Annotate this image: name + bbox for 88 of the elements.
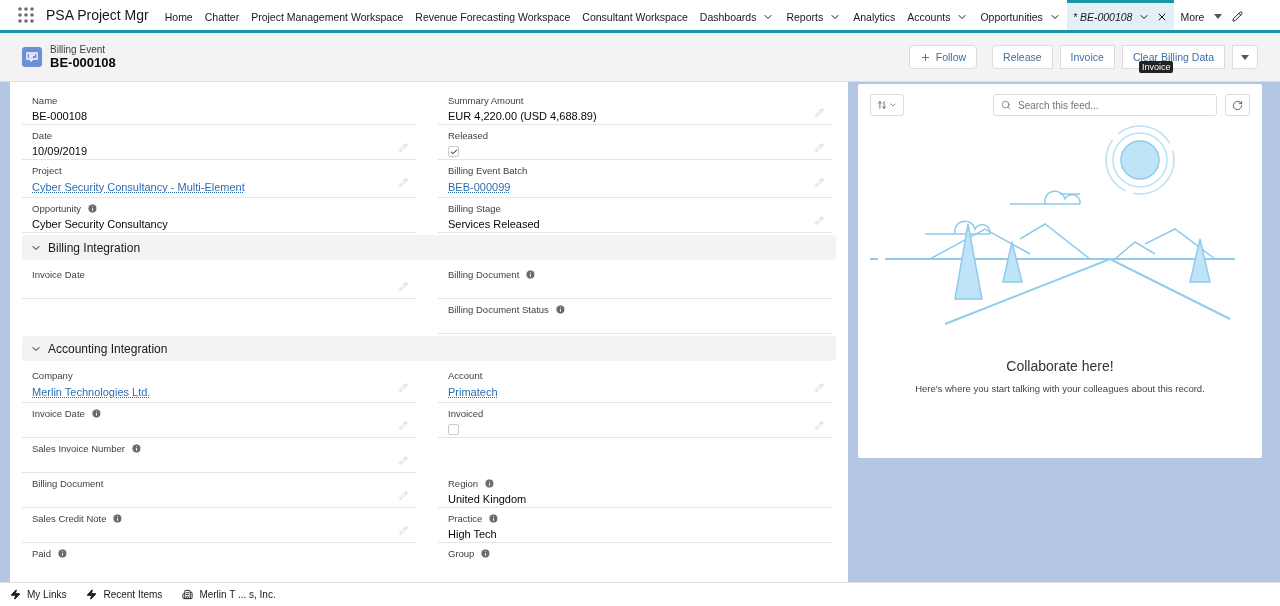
field-link[interactable]: Primatech — [448, 386, 498, 398]
search-icon — [1001, 100, 1011, 110]
search-field[interactable]: Search this feed... — [993, 94, 1217, 116]
lightning-bolt-icon — [86, 589, 98, 600]
caret-icon — [1214, 14, 1223, 19]
field-label: Sales Invoice Number — [32, 442, 125, 454]
utility-item[interactable]: Merlin T ... s, Inc. — [182, 589, 276, 600]
field-label: Name — [32, 94, 58, 106]
info-icon[interactable] — [90, 407, 102, 419]
info-icon[interactable] — [554, 303, 566, 315]
plus-icon — [919, 51, 931, 63]
field-link[interactable]: BEB-000099 — [448, 181, 511, 193]
record-icon — [22, 47, 42, 67]
checkbox[interactable] — [448, 146, 459, 157]
record-type: Billing Event — [50, 44, 107, 55]
action-button[interactable]: Invoice — [1059, 45, 1115, 69]
app-name: PSA Project Mgr — [46, 7, 149, 23]
field-value: EUR 4,220.00 (USD 4,688.89) — [448, 110, 598, 122]
lightning-bolt-icon — [10, 589, 21, 600]
field-label: Opportunity — [32, 202, 82, 214]
section-header[interactable]: Accounting Integration — [22, 336, 836, 361]
field-label: Billing Document Status — [448, 303, 549, 315]
nav-tab[interactable]: Revenue Forecasting Workspace — [409, 0, 577, 30]
nav-tab[interactable]: Opportunities — [974, 0, 1067, 30]
field-link[interactable]: Merlin Technologies Ltd. — [32, 386, 151, 398]
nav-tab[interactable]: Dashboards — [693, 0, 781, 30]
field-value: Cyber Security Consultancy — [32, 218, 169, 230]
caret-icon — [1241, 54, 1249, 60]
sort-icon — [877, 100, 887, 110]
field-label: Billing Document — [32, 477, 104, 489]
field-label: Sales Credit Note — [32, 512, 107, 524]
action-button[interactable]: Release — [992, 45, 1053, 69]
building-icon — [182, 589, 194, 600]
field-label: Paid — [32, 547, 51, 559]
field-value: High Tech — [448, 528, 498, 540]
field-label: Summary Amount — [448, 94, 524, 106]
tooltip: Invoice — [1138, 61, 1174, 73]
info-icon[interactable] — [87, 202, 99, 214]
info-icon[interactable] — [525, 268, 537, 280]
info-icon[interactable] — [130, 442, 142, 454]
field-value: BE-000108 — [32, 110, 89, 122]
nav-tab[interactable]: Project Management Workspace — [245, 0, 410, 30]
field-label: Billing Document — [448, 268, 520, 280]
refresh-icon — [1232, 99, 1243, 111]
field-label: Region — [448, 477, 479, 489]
field-label: Company — [32, 369, 73, 381]
info-icon[interactable] — [480, 547, 492, 559]
utility-item[interactable]: My Links — [10, 589, 67, 600]
field-label: Account — [448, 369, 483, 381]
feed-message: Here's where you start talking with your colleagues about this record. — [915, 383, 1205, 394]
nav-tab[interactable]: Consultant Workspace — [576, 0, 694, 30]
more-menu[interactable]: More — [1174, 0, 1229, 30]
info-icon[interactable] — [57, 547, 68, 559]
record-title: BE-000108 — [50, 55, 116, 70]
info-icon[interactable] — [112, 512, 124, 524]
info-icon[interactable] — [488, 512, 500, 524]
edit-pencil-icon[interactable] — [1232, 11, 1244, 22]
nav-tab[interactable]: Home — [158, 0, 199, 30]
sort-button[interactable] — [870, 94, 904, 116]
section-header[interactable]: Billing Integration — [22, 235, 836, 260]
info-icon[interactable] — [484, 477, 496, 489]
nav-tab[interactable]: Reports — [780, 0, 848, 30]
feed-heading: Collaborate here! — [1006, 358, 1114, 374]
field-link[interactable]: Cyber Security Consultancy - Multi-Element — [32, 181, 245, 193]
field-value: United Kingdom — [448, 493, 528, 505]
refresh-button[interactable] — [1225, 94, 1250, 116]
field-label: Billing Stage — [448, 202, 501, 214]
app-launcher-icon[interactable] — [18, 7, 34, 23]
field-label: Billing Event Batch — [448, 164, 528, 176]
field-label: Invoice Date — [32, 268, 85, 280]
nav-tab[interactable]: Chatter — [198, 0, 246, 30]
field-label: Practice — [448, 512, 483, 524]
field-label: Invoice Date — [32, 407, 85, 419]
field-label: Invoiced — [448, 407, 484, 419]
nav-tab[interactable]: * BE-000108 — [1066, 0, 1175, 30]
follow-button[interactable]: Follow — [908, 45, 978, 69]
nav-tab[interactable]: Accounts — [901, 0, 975, 30]
field-label: Group — [448, 547, 475, 559]
field-label: Released — [448, 129, 489, 141]
checkbox[interactable] — [448, 424, 459, 435]
field-value: 10/09/2019 — [32, 145, 89, 157]
field-value: Services Released — [448, 218, 541, 230]
field-label: Date — [32, 129, 53, 141]
more-actions-button[interactable] — [1232, 45, 1258, 69]
field-label: Project — [32, 164, 62, 176]
utility-item[interactable]: Recent Items — [86, 589, 163, 600]
chevron-down-icon — [889, 101, 897, 109]
nav-tab[interactable]: Analytics — [847, 0, 902, 30]
